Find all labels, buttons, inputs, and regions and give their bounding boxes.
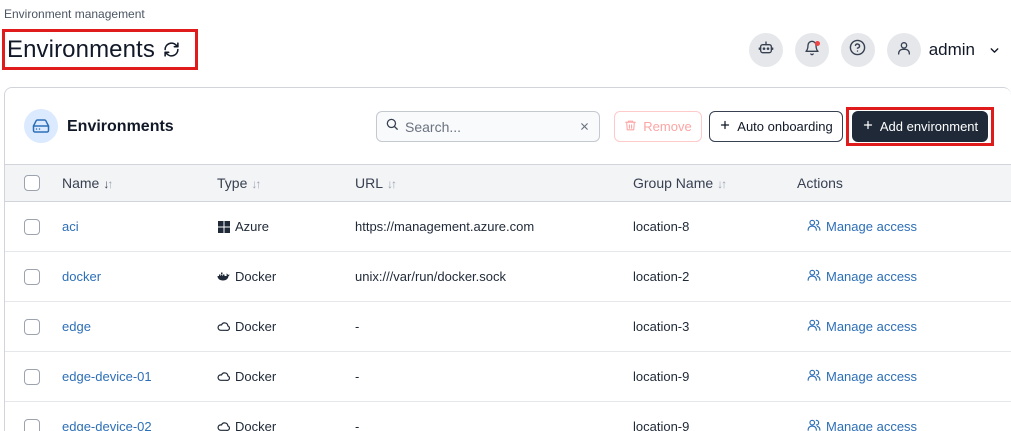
group-name: location-3 bbox=[633, 319, 690, 334]
assistant-button[interactable] bbox=[748, 33, 783, 67]
column-header-actions: Actions bbox=[797, 175, 843, 191]
environment-icon bbox=[24, 109, 58, 143]
manage-access-link[interactable]: Manage access bbox=[807, 218, 917, 235]
manage-access-link[interactable]: Manage access bbox=[807, 268, 917, 285]
add-environment-button[interactable]: Add environment bbox=[852, 111, 988, 142]
environment-type: Docker bbox=[235, 269, 277, 284]
sort-icon: ↓↑ bbox=[717, 177, 727, 191]
environment-name-link[interactable]: edge bbox=[62, 319, 91, 334]
environment-url: - bbox=[355, 319, 360, 334]
refresh-icon[interactable] bbox=[163, 41, 181, 59]
cloud-icon bbox=[217, 320, 230, 333]
trash-icon bbox=[624, 119, 637, 135]
bot-icon bbox=[758, 40, 774, 61]
environments-panel: Environments Remove Auto onboarding bbox=[4, 87, 1011, 431]
manage-access-link[interactable]: Manage access bbox=[807, 418, 917, 431]
environment-name-link[interactable]: docker bbox=[62, 269, 101, 284]
chevron-down-icon[interactable] bbox=[987, 43, 1001, 57]
notification-badge bbox=[814, 41, 820, 46]
cloud-icon bbox=[217, 420, 230, 431]
table-row: docker Docker unix:///var/run/docker.soc… bbox=[5, 252, 1011, 302]
column-header-type[interactable]: Type ↓↑ bbox=[217, 165, 355, 202]
table-row: aci Azure https://management.azure.com l… bbox=[5, 202, 1011, 252]
add-environment-highlight: Add environment bbox=[846, 107, 994, 146]
row-checkbox[interactable] bbox=[24, 318, 40, 335]
environment-type: Docker bbox=[235, 419, 277, 431]
group-name: location-9 bbox=[633, 419, 690, 431]
sort-icon: ↓↑ bbox=[251, 177, 261, 191]
row-checkbox[interactable] bbox=[24, 368, 40, 385]
users-icon bbox=[807, 318, 821, 335]
search-box bbox=[376, 111, 600, 142]
column-header-url[interactable]: URL ↓↑ bbox=[355, 165, 633, 202]
environment-url: - bbox=[355, 419, 360, 431]
users-icon bbox=[807, 218, 821, 235]
clear-search-icon[interactable] bbox=[577, 120, 591, 134]
environment-name-link[interactable]: edge-device-01 bbox=[62, 369, 152, 384]
row-checkbox[interactable] bbox=[24, 218, 40, 235]
help-button[interactable] bbox=[840, 33, 875, 67]
manage-access-link[interactable]: Manage access bbox=[807, 318, 917, 335]
users-icon bbox=[807, 368, 821, 385]
table-row: edge-device-01 Docker - location-9 Manag… bbox=[5, 352, 1011, 402]
remove-button[interactable]: Remove bbox=[614, 111, 702, 142]
plus-icon bbox=[862, 119, 874, 134]
row-checkbox[interactable] bbox=[24, 418, 40, 431]
environments-table: Name ↓↑ Type ↓↑ URL ↓↑ Group Name ↓↑ Actions… bbox=[5, 164, 1011, 431]
page-title-highlight: Environments bbox=[2, 29, 198, 70]
environment-url: unix:///var/run/docker.sock bbox=[355, 269, 507, 284]
user-icon bbox=[896, 40, 912, 61]
help-icon bbox=[849, 39, 866, 61]
remove-label: Remove bbox=[643, 119, 692, 134]
environment-type: Docker bbox=[235, 369, 277, 384]
add-environment-label: Add environment bbox=[879, 119, 979, 134]
users-icon bbox=[807, 418, 821, 431]
column-header-name[interactable]: Name ↓↑ bbox=[62, 165, 217, 202]
environment-name-link[interactable]: edge-device-02 bbox=[62, 419, 152, 431]
environment-name-link[interactable]: aci bbox=[62, 219, 79, 234]
group-name: location-9 bbox=[633, 369, 690, 384]
group-name: location-2 bbox=[633, 269, 690, 284]
users-icon bbox=[807, 268, 821, 285]
page-title: Environments bbox=[7, 35, 155, 63]
environment-type: Docker bbox=[235, 319, 277, 334]
docker-icon bbox=[217, 270, 230, 283]
table-header-row: Name ↓↑ Type ↓↑ URL ↓↑ Group Name ↓↑ Actions bbox=[5, 164, 1011, 202]
user-name[interactable]: admin bbox=[929, 40, 975, 60]
search-icon bbox=[385, 117, 399, 136]
column-header-group[interactable]: Group Name ↓↑ bbox=[633, 165, 797, 202]
row-checkbox[interactable] bbox=[24, 268, 40, 285]
select-all-checkbox[interactable] bbox=[24, 175, 40, 191]
header-actions: admin bbox=[748, 33, 1001, 67]
manage-access-link[interactable]: Manage access bbox=[807, 368, 917, 385]
panel-title: Environments bbox=[67, 118, 174, 135]
plus-icon bbox=[719, 119, 731, 134]
search-input[interactable] bbox=[405, 118, 565, 135]
table-row: edge-device-02 Docker - location-9 Manag… bbox=[5, 402, 1011, 431]
environment-url: https://management.azure.com bbox=[355, 219, 535, 234]
avatar[interactable] bbox=[886, 33, 921, 67]
environment-url: - bbox=[355, 369, 360, 384]
panel-header: Environments Remove Auto onboarding bbox=[5, 88, 1011, 164]
environment-type: Azure bbox=[235, 219, 269, 234]
sort-icon: ↓↑ bbox=[387, 177, 397, 191]
notifications-button[interactable] bbox=[794, 33, 829, 67]
cloud-icon bbox=[217, 370, 230, 383]
table-row: edge Docker - location-3 Manage access bbox=[5, 302, 1011, 352]
azure-icon bbox=[217, 220, 230, 233]
breadcrumb: Environment management bbox=[4, 7, 145, 21]
auto-onboarding-button[interactable]: Auto onboarding bbox=[709, 111, 843, 142]
sort-icon: ↓↑ bbox=[103, 177, 113, 191]
group-name: location-8 bbox=[633, 219, 690, 234]
auto-onboarding-label: Auto onboarding bbox=[737, 119, 833, 134]
